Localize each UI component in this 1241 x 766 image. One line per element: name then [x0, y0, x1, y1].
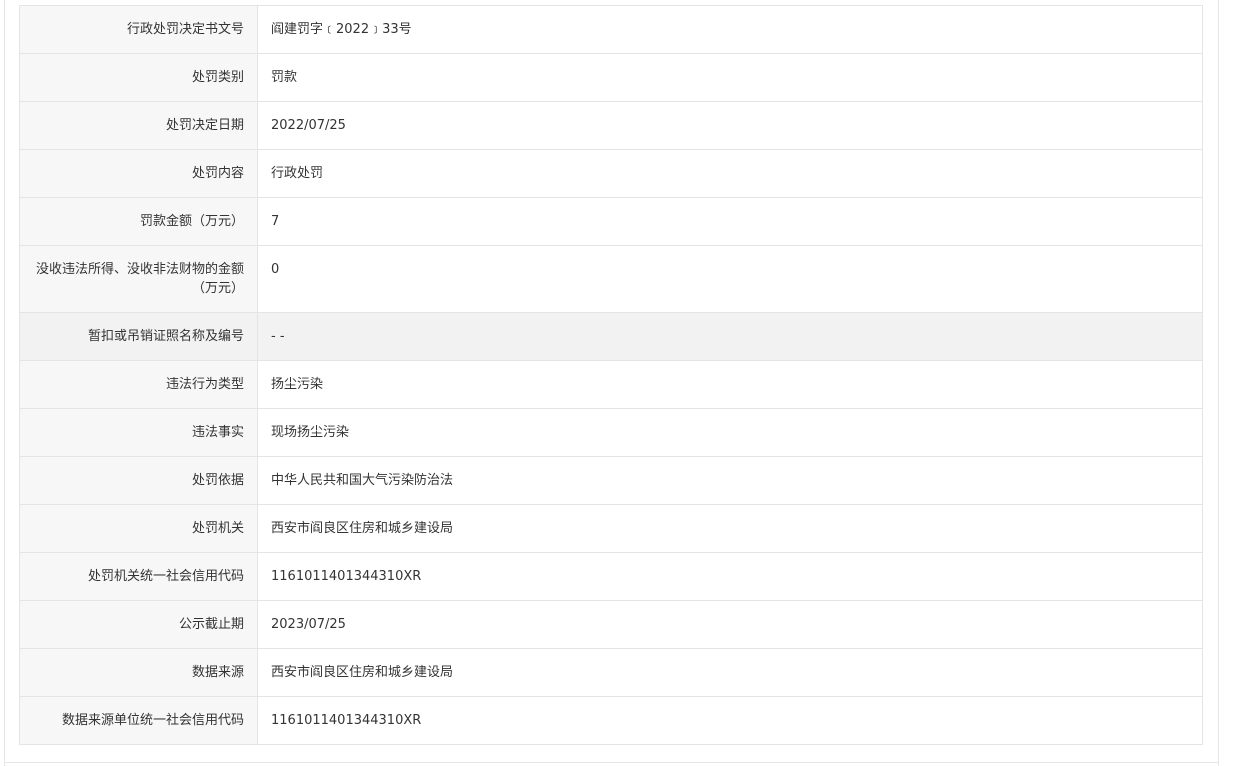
table-row: 没收违法所得、没收非法财物的金额（万元） 0: [19, 245, 1203, 313]
row-label: 行政处罚决定书文号: [19, 5, 258, 54]
row-value: 西安市阎良区住房和城乡建设局: [257, 504, 1203, 553]
table-row: 处罚类别 罚款: [19, 53, 1203, 102]
row-value: 7: [257, 197, 1203, 246]
table-row: 行政处罚决定书文号 阎建罚字﹝2022﹞33号: [19, 5, 1203, 54]
row-value: 1161011401344310XR: [257, 552, 1203, 601]
row-value: - -: [257, 312, 1203, 361]
row-value: 0: [257, 245, 1203, 313]
table-row: 处罚内容 行政处罚: [19, 149, 1203, 198]
row-label: 数据来源: [19, 648, 258, 697]
row-value: 2022/07/25: [257, 101, 1203, 150]
table-row: 处罚机关 西安市阎良区住房和城乡建设局: [19, 504, 1203, 553]
table-row: 处罚决定日期 2022/07/25: [19, 101, 1203, 150]
penalty-info-table: 行政处罚决定书文号 阎建罚字﹝2022﹞33号 处罚类别 罚款 处罚决定日期 2…: [19, 5, 1203, 745]
row-label: 处罚决定日期: [19, 101, 258, 150]
row-value: 行政处罚: [257, 149, 1203, 198]
table-row: 数据来源 西安市阎良区住房和城乡建设局: [19, 648, 1203, 697]
table-row: 公示截止期 2023/07/25: [19, 600, 1203, 649]
row-value: 2023/07/25: [257, 600, 1203, 649]
row-label: 违法行为类型: [19, 360, 258, 409]
table-row: 罚款金额（万元） 7: [19, 197, 1203, 246]
table-row: 违法事实 现场扬尘污染: [19, 408, 1203, 457]
row-value: 扬尘污染: [257, 360, 1203, 409]
table-row: 处罚机关统一社会信用代码 1161011401344310XR: [19, 552, 1203, 601]
table-row: 数据来源单位统一社会信用代码 1161011401344310XR: [19, 696, 1203, 745]
row-label: 违法事实: [19, 408, 258, 457]
row-value: 1161011401344310XR: [257, 696, 1203, 745]
row-value: 西安市阎良区住房和城乡建设局: [257, 648, 1203, 697]
table-row: 违法行为类型 扬尘污染: [19, 360, 1203, 409]
row-label: 处罚内容: [19, 149, 258, 198]
table-row: 处罚依据 中华人民共和国大气污染防治法: [19, 456, 1203, 505]
table-row: 暂扣或吊销证照名称及编号 - -: [19, 312, 1203, 361]
row-label: 处罚机关统一社会信用代码: [19, 552, 258, 601]
row-value: 中华人民共和国大气污染防治法: [257, 456, 1203, 505]
row-label: 公示截止期: [19, 600, 258, 649]
row-label: 暂扣或吊销证照名称及编号: [19, 312, 258, 361]
row-label: 罚款金额（万元）: [19, 197, 258, 246]
row-label: 处罚依据: [19, 456, 258, 505]
row-label: 数据来源单位统一社会信用代码: [19, 696, 258, 745]
frame-divider: [4, 762, 1219, 763]
row-value: 阎建罚字﹝2022﹞33号: [257, 5, 1203, 54]
row-value: 罚款: [257, 53, 1203, 102]
row-label: 处罚类别: [19, 53, 258, 102]
row-label: 没收违法所得、没收非法财物的金额（万元）: [19, 245, 258, 313]
row-label: 处罚机关: [19, 504, 258, 553]
row-value: 现场扬尘污染: [257, 408, 1203, 457]
